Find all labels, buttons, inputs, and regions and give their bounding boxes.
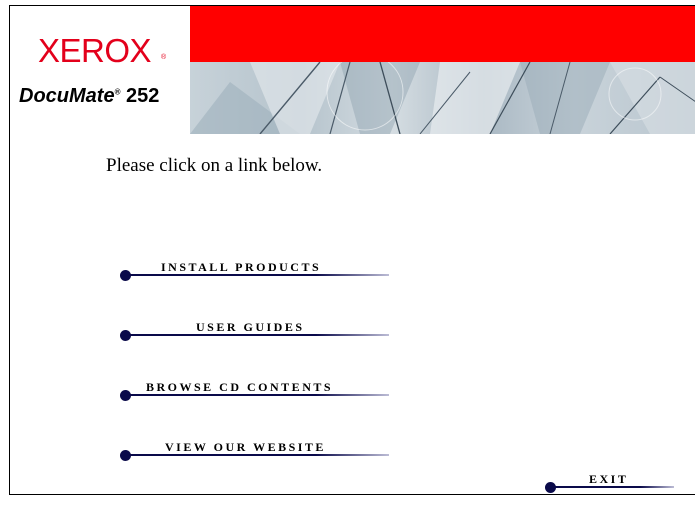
browse-cd-contents-label[interactable]: BROWSE CD CONTENTS <box>146 380 333 395</box>
banner-artwork-graphic <box>190 62 695 134</box>
install-products-label[interactable]: INSTALL PRODUCTS <box>161 260 321 275</box>
autorun-window: XEROX ® DocuMate® 252 Please click on a … <box>9 5 695 495</box>
product-name: DocuMate® 252 <box>19 86 159 106</box>
browse-cd-contents-link[interactable]: BROWSE CD CONTENTS <box>120 380 390 410</box>
banner-artwork <box>190 62 695 134</box>
brand-area: XEROX ® DocuMate® 252 <box>10 6 190 134</box>
instruction-text: Please click on a link below. <box>106 155 323 176</box>
install-products-link[interactable]: INSTALL PRODUCTS <box>120 260 390 290</box>
view-our-website-link[interactable]: VIEW OUR WEBSITE <box>120 440 390 470</box>
user-guides-link[interactable]: USER GUIDES <box>120 320 390 350</box>
registered-mark: ® <box>161 54 167 61</box>
product-model: 252 <box>126 85 160 107</box>
bullet-icon <box>120 270 131 281</box>
bullet-icon <box>120 330 131 341</box>
exit-underline <box>553 486 674 488</box>
bullet-icon <box>120 450 131 461</box>
bullet-icon <box>120 390 131 401</box>
product-mark: ® <box>114 87 121 97</box>
install-products-underline <box>128 274 389 276</box>
exit-link[interactable]: EXIT <box>545 472 675 494</box>
user-guides-underline <box>128 334 389 336</box>
product-name-text: DocuMate <box>19 85 115 107</box>
xerox-logo: XEROX <box>38 32 152 69</box>
exit-label[interactable]: EXIT <box>589 472 628 487</box>
view-our-website-label[interactable]: VIEW OUR WEBSITE <box>165 440 326 455</box>
bullet-icon <box>545 482 556 493</box>
view-our-website-underline <box>128 454 389 456</box>
user-guides-label[interactable]: USER GUIDES <box>196 320 305 335</box>
browse-cd-contents-underline <box>128 394 389 396</box>
red-banner <box>190 6 695 62</box>
